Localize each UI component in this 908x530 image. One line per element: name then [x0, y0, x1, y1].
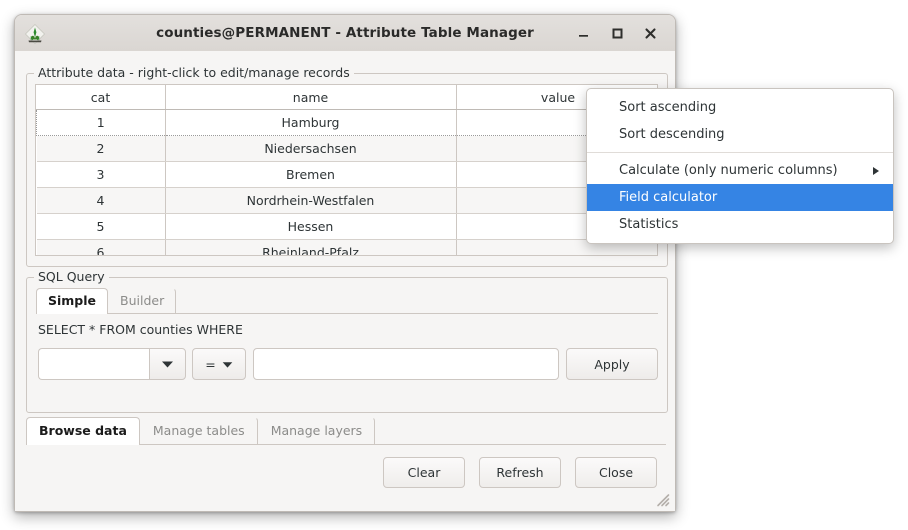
resize-grip[interactable] — [654, 491, 670, 507]
cell-cat[interactable]: 2 — [36, 135, 166, 162]
minimize-button[interactable] — [574, 24, 593, 43]
menu-item-statistics[interactable]: Statistics — [587, 211, 893, 238]
main-tabstrip: Browse data Manage tables Manage layers — [26, 417, 666, 445]
menu-item-sort-descending[interactable]: Sort descending — [587, 121, 893, 148]
column-context-menu[interactable]: Sort ascending Sort descending Calculate… — [586, 88, 894, 244]
column-header-cat[interactable]: cat — [36, 85, 166, 110]
table-row[interactable]: 1 Hamburg — [36, 109, 657, 136]
sql-value-input[interactable] — [253, 348, 559, 380]
attribute-table[interactable]: cat name value 1 Hamburg 2 Niedersachsen… — [36, 85, 657, 255]
cell-name[interactable]: Hessen — [165, 213, 457, 240]
attribute-data-groupbox-title: Attribute data - right-click to edit/man… — [34, 65, 354, 80]
sql-statement-label: SELECT * FROM counties WHERE — [38, 322, 243, 337]
menu-item-sort-ascending[interactable]: Sort ascending — [587, 94, 893, 121]
table-row[interactable]: 2 Niedersachsen — [36, 135, 657, 162]
tab-builder[interactable]: Builder — [108, 288, 177, 314]
table-row[interactable]: 5 Hessen — [36, 213, 657, 240]
cell-cat[interactable]: 4 — [36, 187, 166, 214]
cell-cat[interactable]: 1 — [36, 109, 166, 136]
table-header-row: cat name value — [36, 85, 657, 110]
chevron-down-icon[interactable] — [149, 348, 186, 380]
cell-cat[interactable]: 6 — [36, 239, 166, 255]
cell-cat[interactable]: 3 — [36, 161, 166, 188]
cell-name[interactable]: Hamburg — [165, 109, 457, 136]
menu-item-calculate[interactable]: Calculate (only numeric columns) — [587, 157, 893, 184]
table-row[interactable]: 4 Nordrhein-Westfalen — [36, 187, 657, 214]
menu-item-calculate-label: Calculate (only numeric columns) — [619, 163, 838, 178]
grass-gis-icon — [24, 23, 46, 45]
close-button[interactable]: Close — [575, 457, 657, 488]
tab-browse-data[interactable]: Browse data — [26, 417, 140, 445]
table-row[interactable]: 6 Rheinland-Pfalz — [36, 239, 657, 255]
table-row[interactable]: 3 Bremen — [36, 161, 657, 188]
sql-tabstrip: Simple Builder — [36, 287, 658, 314]
operator-combobox[interactable]: = — [192, 348, 246, 380]
column-combobox-value[interactable] — [38, 348, 149, 380]
sql-query-groupbox-title: SQL Query — [34, 269, 109, 284]
cell-name[interactable]: Niedersachsen — [165, 135, 457, 162]
attribute-table-manager-window: counties@PERMANENT - Attribute Table Man… — [14, 14, 676, 512]
sql-query-groupbox: SQL Query Simple Builder SELECT * FROM c… — [26, 269, 668, 413]
column-combobox[interactable] — [38, 348, 186, 380]
column-header-name[interactable]: name — [165, 85, 457, 110]
cell-cat[interactable]: 5 — [36, 213, 166, 240]
operator-combobox-value: = — [205, 356, 216, 372]
tab-simple[interactable]: Simple — [36, 288, 109, 314]
cell-name[interactable]: Nordrhein-Westfalen — [165, 187, 457, 214]
cell-name[interactable]: Rheinland-Pfalz — [165, 239, 457, 255]
title-bar[interactable]: counties@PERMANENT - Attribute Table Man… — [15, 15, 675, 52]
close-window-button[interactable] — [641, 24, 660, 43]
cell-name[interactable]: Bremen — [165, 161, 457, 188]
maximize-button[interactable] — [608, 24, 627, 43]
clear-button[interactable]: Clear — [383, 457, 465, 488]
refresh-button[interactable]: Refresh — [479, 457, 561, 488]
attribute-table-scroll-area[interactable]: cat name value 1 Hamburg 2 Niedersachsen… — [35, 84, 658, 256]
window-client-area: Attribute data - right-click to edit/man… — [15, 51, 675, 511]
dialog-button-bar: Clear Refresh Close — [383, 457, 657, 488]
menu-item-field-calculator[interactable]: Field calculator — [587, 184, 893, 211]
tab-manage-layers[interactable]: Manage layers — [258, 417, 376, 445]
sql-condition-row: = Apply — [38, 348, 658, 380]
tab-manage-tables[interactable]: Manage tables — [140, 417, 258, 445]
apply-button[interactable]: Apply — [566, 348, 658, 380]
attribute-data-groupbox: Attribute data - right-click to edit/man… — [26, 65, 668, 267]
chevron-right-icon — [873, 166, 879, 175]
chevron-down-icon — [222, 357, 233, 372]
menu-separator — [587, 152, 893, 153]
